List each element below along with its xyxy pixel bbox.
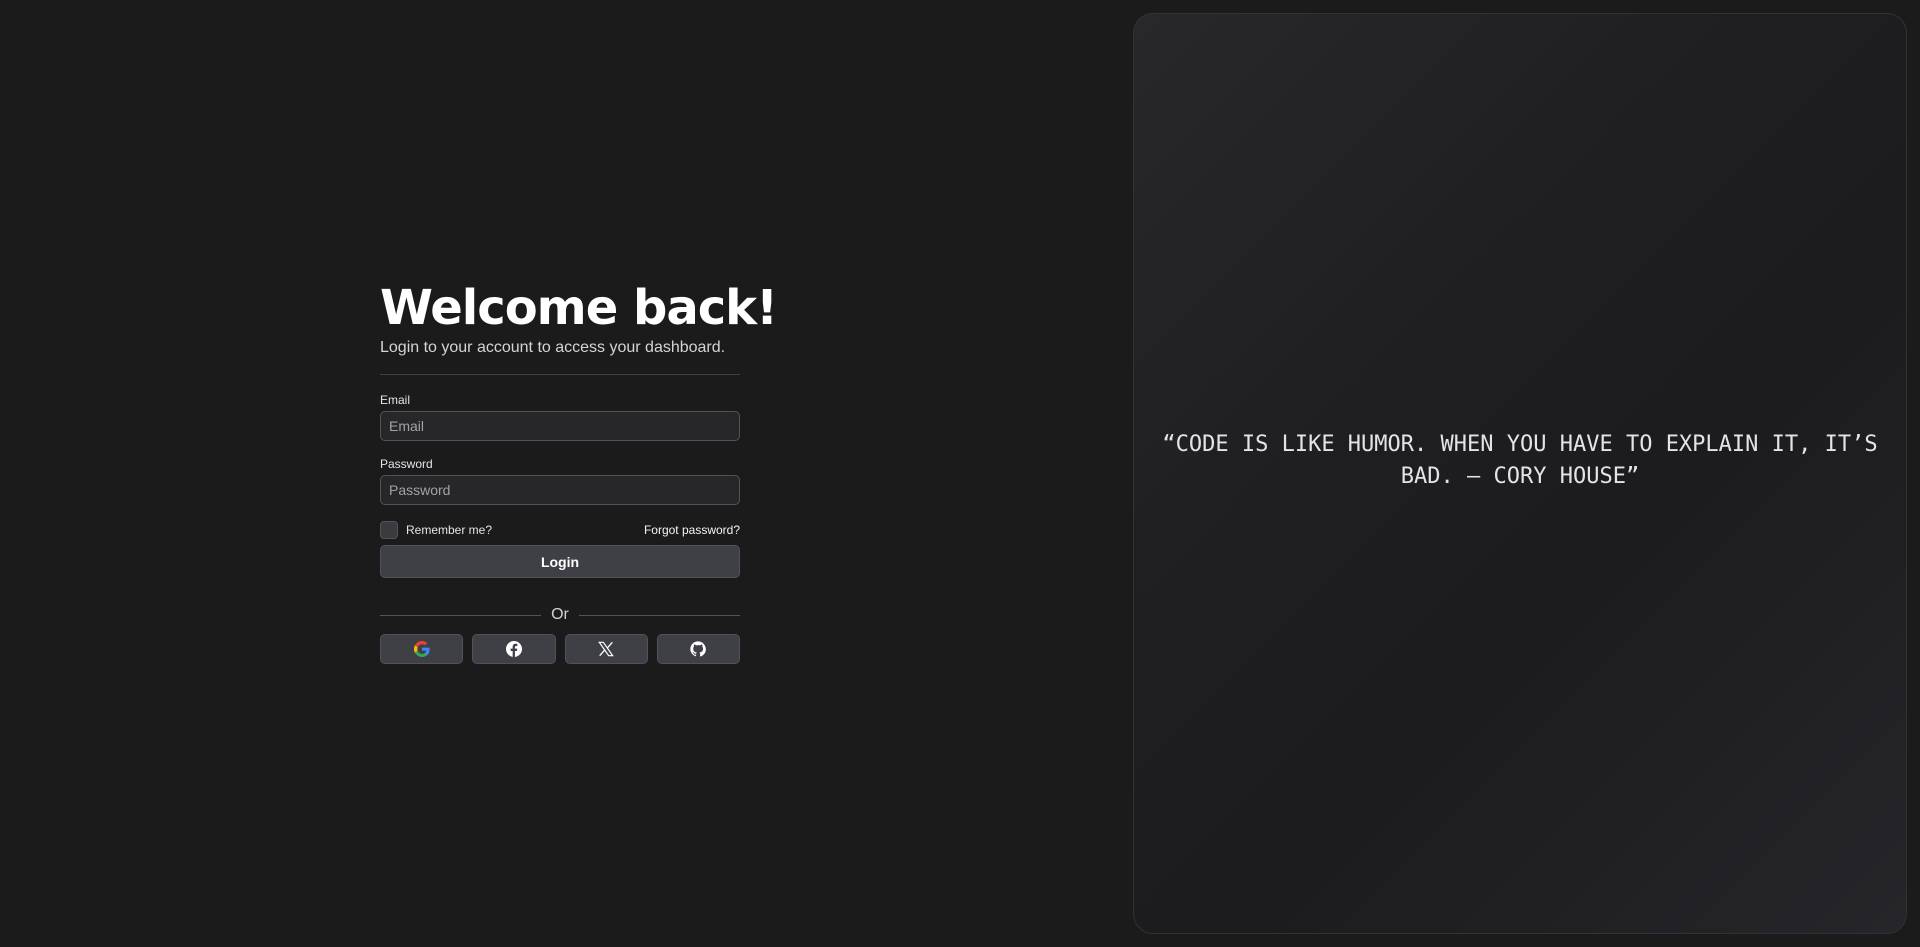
google-login-button[interactable] (380, 634, 464, 664)
remember-me: Remember me? (380, 521, 492, 539)
social-login-buttons (380, 634, 740, 664)
x-login-button[interactable] (564, 634, 648, 664)
quote-text: “CODE IS LIKE HUMOR. WHEN YOU HAVE TO EX… (1162, 432, 1878, 489)
or-divider: Or (380, 606, 740, 624)
email-label: Email (380, 393, 411, 407)
remember-me-label[interactable]: Remember me? (406, 523, 492, 537)
forgot-password-link[interactable]: Forgot password? (644, 523, 740, 537)
remember-me-checkbox[interactable] (380, 521, 398, 539)
password-label: Password (380, 457, 433, 471)
facebook-icon (505, 641, 522, 657)
login-form: Welcome back! Login to your account to a… (380, 280, 778, 664)
github-icon (690, 641, 707, 657)
password-field-group: Password (380, 457, 740, 505)
login-page: Welcome back! Login to your account to a… (0, 0, 1920, 947)
page-title: Welcome back! (380, 280, 778, 336)
password-input[interactable] (380, 475, 740, 505)
login-button[interactable]: Login (380, 545, 740, 578)
header-divider (380, 374, 740, 375)
or-label: Or (551, 606, 569, 623)
or-line-right (578, 614, 740, 616)
login-options: Remember me? Forgot password? (380, 521, 740, 539)
google-icon (413, 641, 430, 657)
email-input[interactable] (380, 411, 740, 441)
github-login-button[interactable] (656, 634, 740, 664)
page-subtitle: Login to your account to access your das… (380, 339, 726, 356)
email-field-group: Email (380, 393, 740, 441)
quote-card: “CODE IS LIKE HUMOR. WHEN YOU HAVE TO EX… (1133, 13, 1907, 934)
x-icon (598, 641, 614, 657)
or-line-left (380, 614, 542, 616)
facebook-login-button[interactable] (472, 634, 556, 664)
